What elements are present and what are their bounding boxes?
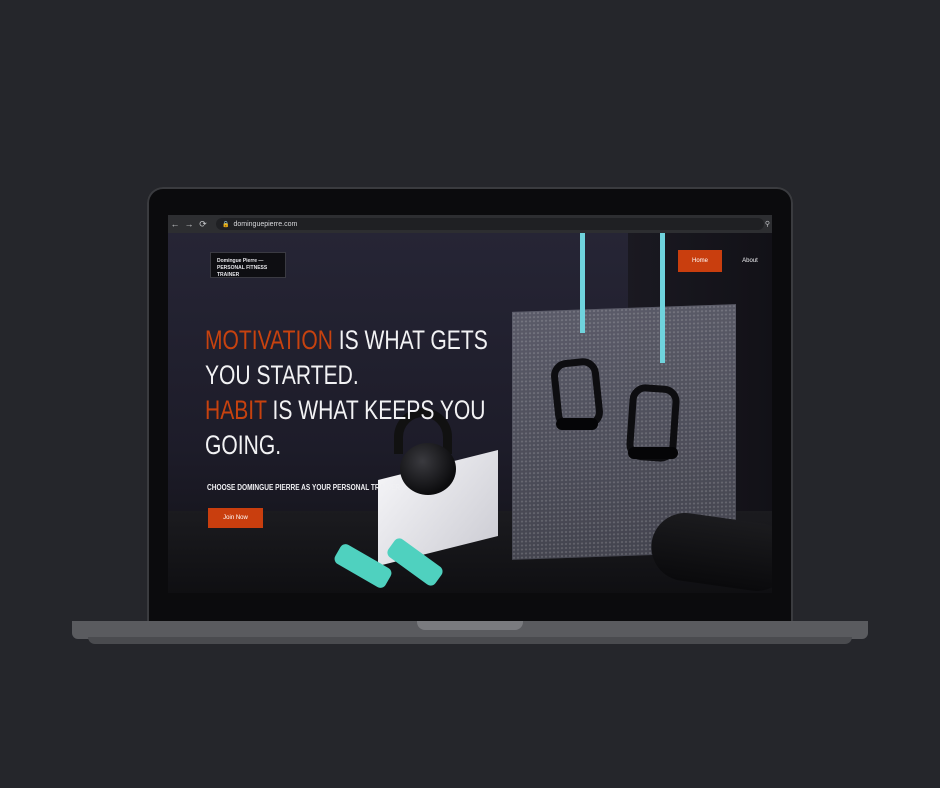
headline-accent-habit: HABIT [205, 395, 267, 425]
headline-line2: YOU STARTED. [205, 360, 359, 390]
headline-line1-rest: IS WHAT GETS [332, 325, 488, 355]
url-text: dominguepierre.com [233, 220, 298, 228]
forward-icon[interactable]: → [182, 219, 196, 229]
logo-tagline: PERSONAL FITNESS TRAINER [217, 265, 268, 278]
nav-about-link[interactable]: About [728, 250, 772, 272]
headline-line4: GOING. [205, 430, 282, 460]
join-now-button[interactable]: Join Now [208, 508, 263, 528]
site-logo[interactable]: Domingue Pierre — PERSONAL FITNESS TRAIN… [210, 252, 286, 278]
headline-accent-motivation: MOTIVATION [205, 325, 333, 355]
resistance-band-right [660, 233, 665, 363]
nav-home-button[interactable]: Home [678, 250, 722, 272]
resistance-band-left [580, 233, 585, 333]
band-grip-right [628, 447, 678, 459]
laptop-base-shadow [88, 637, 852, 644]
browser-actions: ⚲ [765, 220, 772, 228]
hero-subheadline: CHOOSE DOMINGUE PIERRE AS YOUR PERSONAL … [207, 483, 401, 492]
laptop-notch [417, 621, 523, 630]
lock-icon: 🔒 [222, 221, 230, 228]
site-nav: Home About [678, 250, 772, 272]
back-icon[interactable]: ← [168, 219, 182, 229]
hero-headline: MOTIVATION IS WHAT GETS YOU STARTED. HAB… [205, 323, 488, 463]
logo-name: Domingue Pierre — [217, 258, 264, 264]
search-icon[interactable]: ⚲ [765, 220, 770, 228]
reload-icon[interactable]: ⟳ [196, 219, 210, 230]
band-grip-left [556, 418, 598, 430]
hero-section: Domingue Pierre — PERSONAL FITNESS TRAIN… [168, 233, 772, 593]
address-bar[interactable]: 🔒 dominguepierre.com [216, 218, 764, 230]
laptop-screen: ← → ⟳ 🔒 dominguepierre.com ⚲ Domingue Pi… [168, 215, 772, 593]
browser-toolbar: ← → ⟳ 🔒 dominguepierre.com ⚲ [168, 215, 772, 233]
headline-line3-rest: IS WHAT KEEPS YOU [266, 395, 486, 425]
